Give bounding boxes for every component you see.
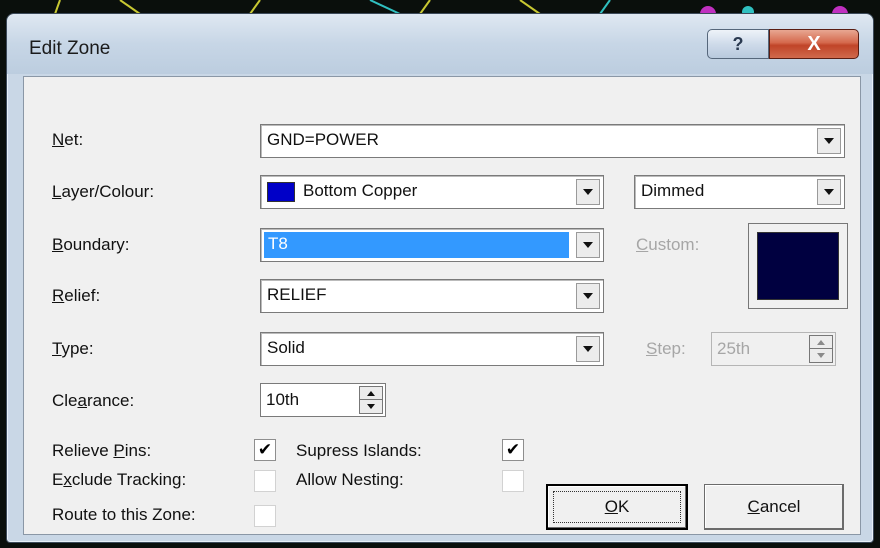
spin-down-icon[interactable] bbox=[810, 349, 832, 362]
display-mode-value: Dimmed bbox=[641, 181, 705, 200]
chevron-down-icon[interactable] bbox=[817, 179, 841, 205]
supress-islands-checkbox[interactable]: ✔ bbox=[502, 439, 524, 461]
type-value: Solid bbox=[267, 338, 305, 357]
step-spin-buttons[interactable] bbox=[809, 335, 833, 363]
close-button[interactable]: X bbox=[769, 29, 859, 59]
edit-zone-dialog: Edit Zone ? X Net: GND=POWER Layer/Colou… bbox=[6, 13, 874, 543]
relief-select[interactable]: RELIEF bbox=[260, 279, 604, 313]
layer-select[interactable]: Bottom Copper bbox=[260, 175, 604, 209]
title-bar[interactable]: Edit Zone ? X bbox=[7, 14, 873, 74]
spin-up-icon[interactable] bbox=[360, 387, 382, 400]
chevron-down-icon[interactable] bbox=[576, 232, 600, 258]
step-spinner[interactable]: 25th bbox=[711, 332, 836, 366]
clearance-value: 10th bbox=[266, 390, 300, 409]
allow-nesting-label: Allow Nesting: bbox=[296, 470, 404, 489]
net-select[interactable]: GND=POWER bbox=[260, 124, 845, 158]
net-label: Net: bbox=[52, 130, 84, 149]
help-button[interactable]: ? bbox=[707, 29, 769, 59]
layer-value: Bottom Copper bbox=[303, 181, 418, 200]
close-icon: X bbox=[807, 32, 821, 55]
clearance-label: Clearance: bbox=[52, 391, 135, 410]
step-label: Step: bbox=[646, 339, 686, 358]
focus-rect bbox=[553, 491, 681, 523]
chevron-down-icon[interactable] bbox=[817, 128, 841, 154]
type-label: Type: bbox=[52, 339, 94, 358]
chevron-down-icon[interactable] bbox=[576, 283, 600, 309]
supress-islands-label: Supress Islands: bbox=[296, 441, 422, 460]
boundary-value: T8 bbox=[268, 234, 288, 253]
clearance-spinner[interactable]: 10th bbox=[260, 383, 386, 417]
boundary-label: Boundary: bbox=[52, 235, 130, 254]
step-value: 25th bbox=[717, 339, 751, 358]
layer-color-swatch bbox=[267, 182, 295, 202]
dialog-title: Edit Zone bbox=[29, 38, 111, 59]
layer-colour-label: Layer/Colour: bbox=[52, 182, 155, 201]
route-to-zone-checkbox[interactable] bbox=[254, 505, 276, 527]
exclude-tracking-label: Exclude Tracking: bbox=[52, 470, 187, 489]
chevron-down-icon[interactable] bbox=[576, 336, 600, 362]
cancel-button[interactable]: Cancel bbox=[704, 484, 844, 530]
chevron-down-icon[interactable] bbox=[576, 179, 600, 205]
custom-color-box[interactable] bbox=[748, 223, 848, 309]
relieve-pins-checkbox[interactable]: ✔ bbox=[254, 439, 276, 461]
ok-button[interactable]: OK bbox=[546, 484, 688, 530]
relief-label: Relief: bbox=[52, 286, 101, 305]
allow-nesting-checkbox[interactable] bbox=[502, 470, 524, 492]
display-mode-select[interactable]: Dimmed bbox=[634, 175, 845, 209]
clearance-spin-buttons[interactable] bbox=[359, 386, 383, 414]
spin-down-icon[interactable] bbox=[360, 400, 382, 413]
net-value: GND=POWER bbox=[267, 130, 379, 149]
custom-label: Custom: bbox=[636, 235, 700, 254]
spin-up-icon[interactable] bbox=[810, 336, 832, 349]
dialog-body: Net: GND=POWER Layer/Colour: Bottom Copp… bbox=[23, 76, 861, 535]
route-to-zone-label: Route to this Zone: bbox=[52, 505, 196, 524]
boundary-select[interactable]: T8 bbox=[260, 228, 604, 262]
relieve-pins-label: Relieve Pins: bbox=[52, 441, 152, 460]
cancel-label: Cancel bbox=[747, 497, 801, 516]
custom-color-swatch bbox=[757, 232, 839, 300]
type-select[interactable]: Solid bbox=[260, 332, 604, 366]
boundary-selection: T8 bbox=[264, 232, 569, 258]
question-icon: ? bbox=[732, 33, 744, 54]
exclude-tracking-checkbox[interactable] bbox=[254, 470, 276, 492]
relief-value: RELIEF bbox=[267, 285, 327, 304]
